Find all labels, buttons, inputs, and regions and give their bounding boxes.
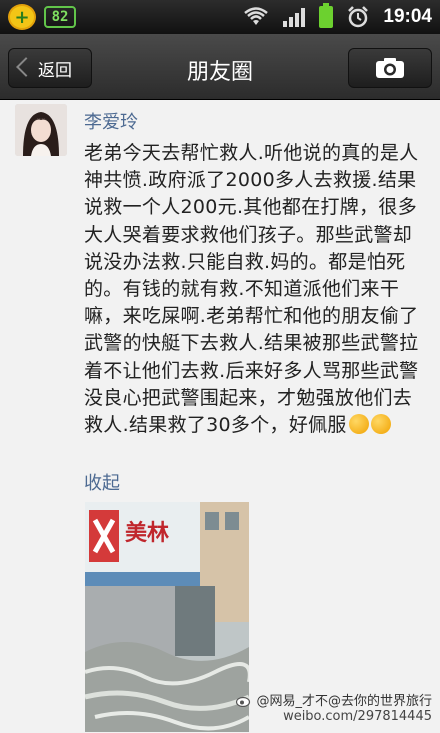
signal-icon [283, 7, 306, 27]
post-photo[interactable]: 美林 [85, 502, 249, 732]
crying-emoji-icon [370, 414, 391, 435]
camera-icon [376, 58, 404, 78]
post-body: 老弟今天去帮忙救人.听他说的真的是人神共愤.政府派了2000多人去救援.结果说救… [84, 142, 419, 437]
watermark-user: @网易_才不@去你的世界旅行 [256, 694, 432, 709]
status-bar: + 82 19:04 [0, 0, 440, 34]
weibo-icon [236, 696, 251, 707]
watermark-url: weibo.com/297814445 [283, 709, 432, 724]
crying-emoji-icon [348, 414, 369, 435]
post-text: 老弟今天去帮忙救人.听他说的真的是人神共愤.政府派了2000多人去救援.结果说救… [84, 140, 424, 439]
app-plus-icon: + [8, 4, 36, 30]
wifi-icon [244, 7, 269, 25]
camera-button[interactable] [348, 48, 432, 88]
title-bar: 返回 朋友圈 [0, 34, 440, 100]
avatar-image [15, 104, 67, 156]
battery-level-badge: 82 [44, 6, 76, 28]
avatar[interactable] [15, 104, 67, 156]
post-author[interactable]: 李爱玲 [84, 108, 138, 134]
clock: 19:04 [383, 6, 432, 27]
battery-icon [319, 3, 334, 28]
weibo-watermark: @网易_才不@去你的世界旅行 weibo.com/297814445 [236, 690, 432, 724]
alarm-icon [348, 6, 369, 28]
collapse-link[interactable]: 收起 [84, 469, 120, 495]
shop-sign-text: 美林 [125, 520, 169, 546]
flood-photo-image: 美林 [85, 502, 249, 732]
